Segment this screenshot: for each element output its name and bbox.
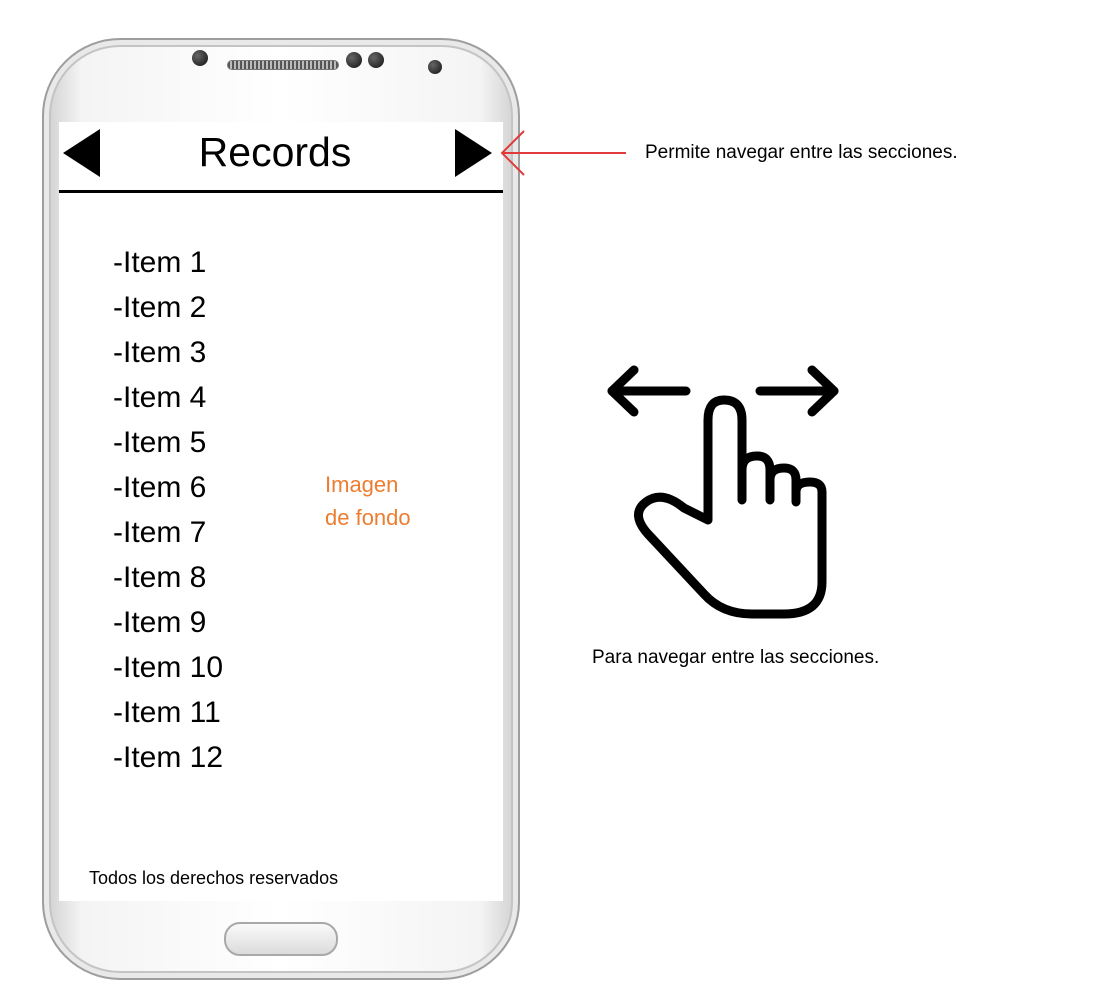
app-screen: Records -Item 1 -Item 2 -Item 3 -Item 4 … [58, 122, 504, 901]
speaker-grille [227, 60, 339, 70]
list-item[interactable]: -Item 9 [113, 600, 223, 645]
proximity-sensor-icon [346, 52, 362, 68]
swipe-gesture-hand-icon [607, 365, 839, 619]
background-note-line: de fondo [325, 505, 411, 530]
sensor-icon [192, 50, 208, 66]
list-item[interactable]: -Item 12 [113, 735, 223, 780]
records-list: -Item 1 -Item 2 -Item 3 -Item 4 -Item 5 … [113, 240, 223, 780]
list-item[interactable]: -Item 10 [113, 645, 223, 690]
swipe-annotation: Para navegar entre las secciones. [592, 647, 880, 668]
footer-copyright: Todos los derechos reservados [89, 868, 339, 888]
list-item[interactable]: -Item 4 [113, 375, 223, 420]
red-arrow-icon [500, 130, 626, 176]
list-item[interactable]: -Item 7 [113, 510, 223, 555]
section-header: Records [59, 122, 503, 193]
list-item[interactable]: -Item 3 [113, 330, 223, 375]
light-sensor-icon [368, 52, 384, 68]
list-item[interactable]: -Item 6 [113, 465, 223, 510]
list-item[interactable]: -Item 2 [113, 285, 223, 330]
page-title: Records [198, 129, 352, 175]
background-note-line: Imagen [325, 472, 399, 497]
list-item[interactable]: -Item 5 [113, 420, 223, 465]
nav-arrow-annotation: Permite navegar entre las secciones. [645, 142, 958, 163]
list-item[interactable]: -Item 1 [113, 240, 223, 285]
triangle-right-icon[interactable] [455, 129, 492, 177]
triangle-left-icon[interactable] [63, 129, 100, 177]
list-item[interactable]: -Item 11 [113, 690, 223, 735]
front-camera-icon [428, 60, 442, 74]
home-button[interactable] [224, 922, 338, 956]
list-item[interactable]: -Item 8 [113, 555, 223, 600]
background-image-note: Imagen de fondo [325, 468, 435, 534]
